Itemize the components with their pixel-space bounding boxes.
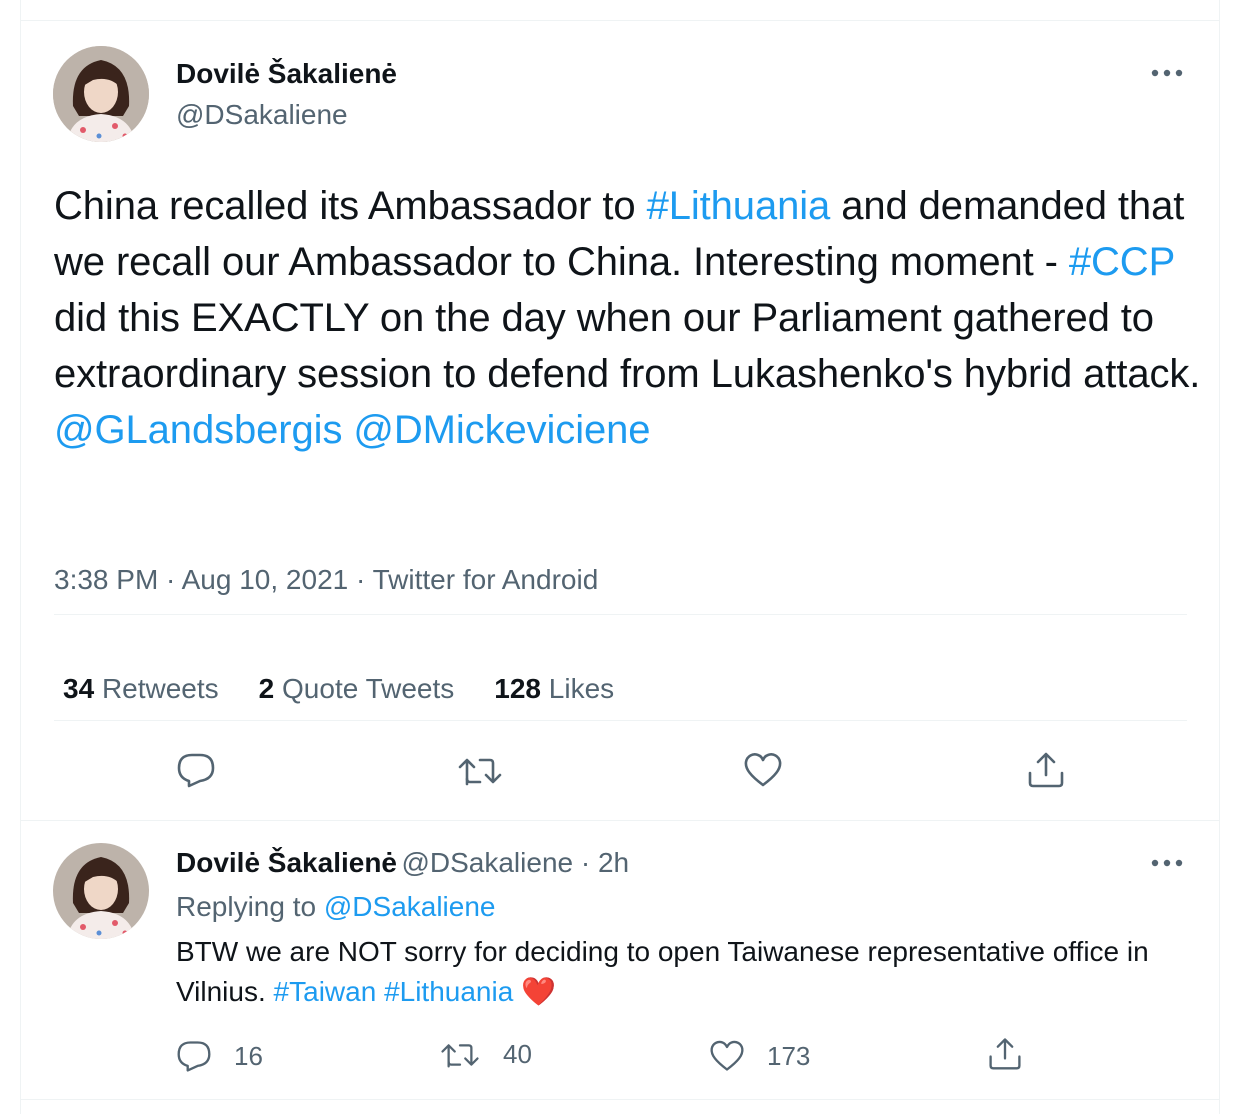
like-button[interactable] [743,752,783,788]
quotes-label: Quote Tweets [282,673,455,704]
hashtag-taiwan[interactable]: #Taiwan [274,976,377,1007]
reply-count: 16 [234,1040,263,1071]
tweet-age[interactable]: 2h [598,847,629,878]
author-handle[interactable]: @DSakaliene [176,99,348,131]
author-name[interactable]: Dovilė Šakalienė [176,58,397,90]
reply-icon [177,753,215,788]
tweet-date[interactable]: Aug 10, 2021 [182,564,349,595]
mention-glandsbergis[interactable]: @GLandsbergis [54,408,342,452]
share-button[interactable] [1026,749,1066,789]
retweet-button[interactable]: 40 [439,1039,532,1070]
likes-count: 128 [494,673,541,704]
meta-separator: · [348,564,373,595]
reply-button[interactable] [176,752,216,788]
hashtag-ccp[interactable]: #CCP [1069,240,1175,284]
heart-icon [710,1040,744,1071]
author-name[interactable]: Dovilė Šakalienė [176,847,397,878]
reply-text: BTW we are NOT sorry for deciding to ope… [176,932,1166,1012]
reply-tweet[interactable]: Dovilė Šakalienė @DSakaliene · 2h Replyi… [21,820,1219,1100]
like-button[interactable]: 173 [709,1039,810,1073]
quote-tweets-stat[interactable]: 2 Quote Tweets [259,673,455,705]
text-segment: did this EXACTLY on the day when our Par… [54,296,1201,396]
author-handle[interactable]: @DSakaliene [401,847,573,878]
retweet-button[interactable] [456,754,504,788]
tweet-time[interactable]: 3:38 PM [54,564,158,595]
divider [54,720,1187,721]
like-count: 173 [767,1040,811,1071]
share-button[interactable] [987,1035,1023,1071]
likes-stat[interactable]: 128 Likes [494,673,614,705]
heart-icon [744,753,782,787]
hashtag-lithuania[interactable]: #Lithuania [384,976,513,1007]
tweet-source[interactable]: Twitter for Android [373,564,599,595]
retweets-stat[interactable]: 34 Retweets [63,673,219,705]
tweet-stats: 34 Retweets 2 Quote Tweets 128 Likes [63,673,654,705]
divider [54,614,1187,615]
replying-to-label: Replying to [176,891,317,922]
hashtag-lithuania[interactable]: #Lithuania [647,184,831,228]
text-segment: China recalled its Ambassador to [54,184,647,228]
reply-header: Dovilė Šakalienė @DSakaliene · 2h [176,847,629,879]
reply-icon [177,1041,211,1072]
retweet-icon [441,1043,479,1068]
tweet-text: China recalled its Ambassador to #Lithua… [54,178,1204,458]
share-icon [989,1038,1021,1070]
tweet-meta: 3:38 PM · Aug 10, 2021 · Twitter for And… [54,564,598,596]
share-icon [1028,752,1064,788]
meta-separator: · [573,847,598,878]
reply-button[interactable]: 16 [176,1039,263,1073]
retweet-count: 40 [503,1039,532,1069]
retweets-count: 34 [63,673,95,704]
timeline-frame: Dovilė Šakalienė @DSakaliene China recal… [20,0,1220,1114]
heart-emoji: ❤️ [521,976,556,1007]
mention-dmickeviciene[interactable]: @DMickeviciene [353,408,650,452]
retweets-label: Retweets [101,673,219,704]
avatar-image [53,46,149,142]
replying-to: Replying to @DSakaliene [176,891,496,923]
avatar-image [53,843,149,939]
author-avatar[interactable] [53,46,149,142]
main-tweet: Dovilė Šakalienė @DSakaliene China recal… [21,20,1219,820]
likes-label: Likes [548,673,615,704]
retweet-icon [458,758,502,786]
more-icon [1151,69,1183,77]
author-avatar[interactable] [53,843,149,939]
meta-separator: · [158,564,182,595]
text-segment [342,408,353,452]
replying-to-handle[interactable]: @DSakaliene [324,891,496,922]
more-button[interactable] [1145,58,1189,88]
more-icon [1151,859,1183,867]
more-button[interactable] [1145,848,1189,878]
quotes-count: 2 [258,673,275,704]
